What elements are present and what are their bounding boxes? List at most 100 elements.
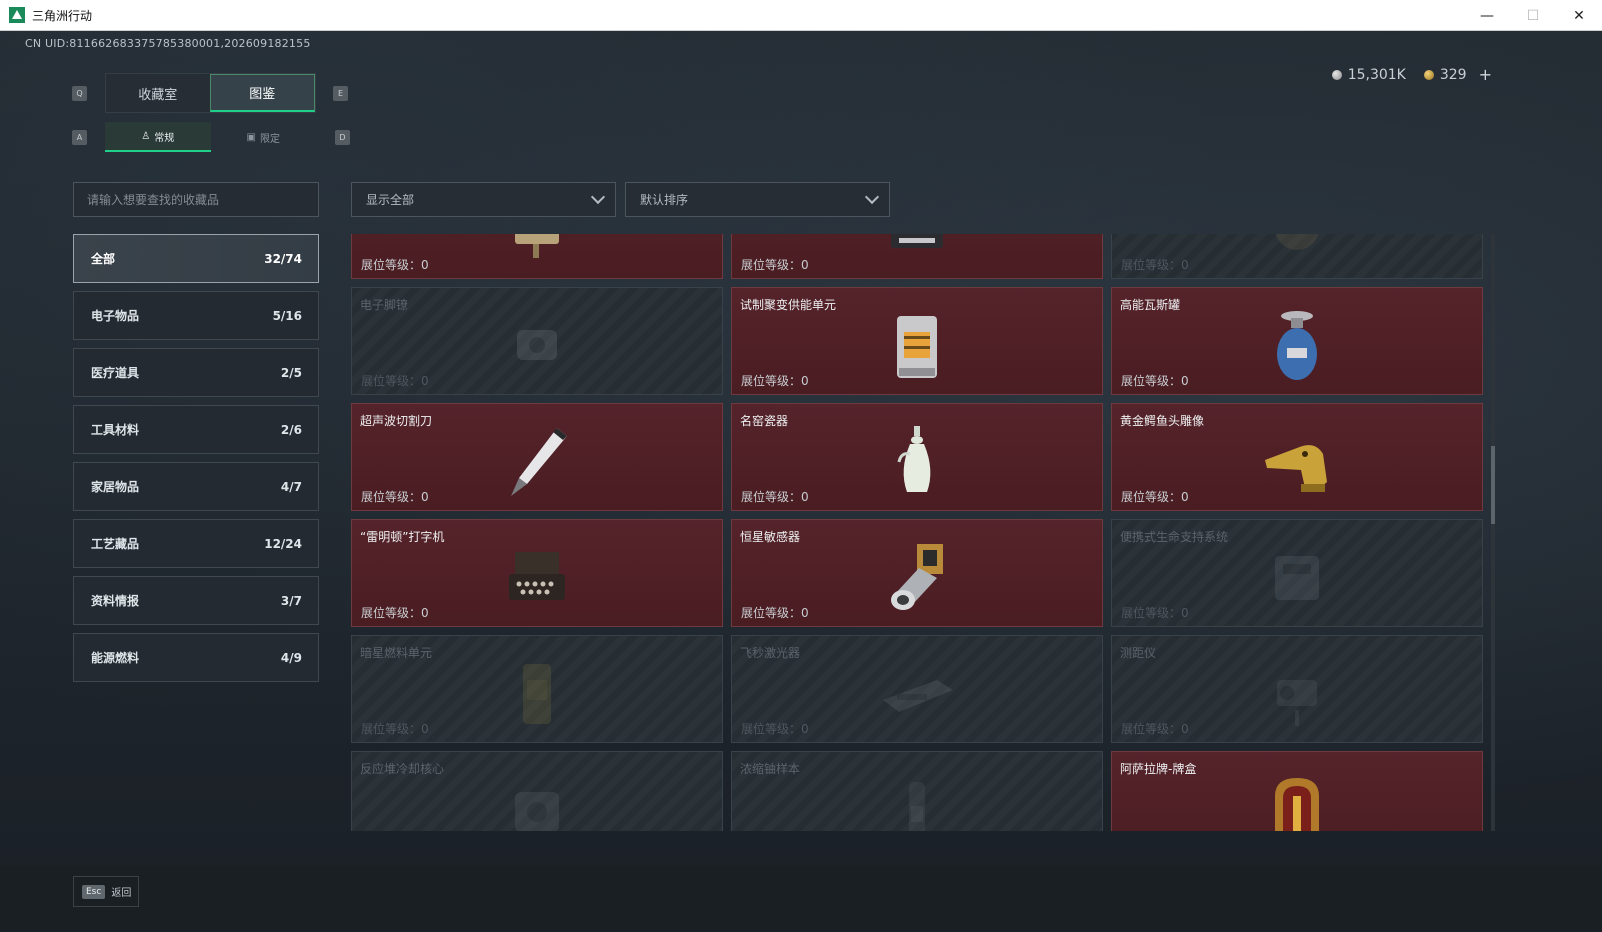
booth-level-value: 0 <box>801 722 809 736</box>
booth-level-label: 展位等级： <box>361 490 422 504</box>
item-name: 电子脚镣 <box>360 298 409 312</box>
item-name: 阿萨拉牌-牌盒 <box>1120 762 1197 776</box>
subtab-regular[interactable]: ♙ 常规 <box>105 122 211 152</box>
collection-card[interactable]: 展位等级：0 <box>351 234 723 279</box>
ultrasonic-cutter-icon <box>511 428 567 496</box>
category-label: 电子物品 <box>91 309 140 323</box>
item-grid: 展位等级：0 展位等级：0 展位等级：0 电子脚镣 展位等级：0 试制聚变供能单元 展位等级… <box>351 234 1483 831</box>
booth-level-value: 0 <box>1181 490 1189 504</box>
booth-level-value: 0 <box>421 606 429 620</box>
item-name: 试制聚变供能单元 <box>740 298 837 312</box>
collection-card[interactable]: 名窑瓷器 展位等级：0 <box>731 403 1103 511</box>
uranium-sample-icon <box>909 782 925 831</box>
category-count: 2/5 <box>280 365 302 380</box>
tab-collection-room[interactable]: 收藏室 <box>106 74 210 112</box>
category-intel[interactable]: 资料情报 3/7 <box>73 576 319 625</box>
minimize-button[interactable]: — <box>1464 0 1510 31</box>
collection-card[interactable]: 黄金鳄鱼头雕像 展位等级：0 <box>1111 403 1483 511</box>
category-label: 能源燃料 <box>91 651 140 665</box>
back-button[interactable]: Esc 返回 <box>73 876 139 907</box>
filter-dropdown[interactable]: 显示全部 <box>351 182 616 217</box>
category-count: 4/7 <box>280 479 302 494</box>
collection-card[interactable]: 高能瓦斯罐 展位等级：0 <box>1111 287 1483 395</box>
collection-card[interactable]: 恒星敏感器展位等级：0 <box>731 519 1103 627</box>
tab-catalog[interactable]: 图鉴 <box>209 74 315 112</box>
category-label: 工具材料 <box>91 423 140 437</box>
category-count: 2/6 <box>280 422 302 437</box>
item-name: 浓缩铀样本 <box>740 762 801 776</box>
footer-bar: Esc 返回 <box>0 865 1602 932</box>
booth-level-value: 0 <box>421 258 429 272</box>
category-label: 资料情报 <box>91 594 140 608</box>
item-name: 飞秒激光器 <box>740 646 801 660</box>
bottle-icon: ♙ <box>141 130 151 142</box>
item-name: 反应堆冷却核心 <box>360 762 445 776</box>
subtab-limited[interactable]: ▣ 限定 <box>211 122 317 152</box>
collection-card[interactable]: 试制聚变供能单元 展位等级：0 <box>731 287 1103 395</box>
search-box[interactable] <box>73 182 319 217</box>
window-title: 三角洲行动 <box>32 8 93 23</box>
reactor-core-icon <box>515 792 559 831</box>
item-grid-viewport[interactable]: 展位等级：0 展位等级：0 展位等级：0 电子脚镣 展位等级：0 试制聚变供能单元 展位等级… <box>351 234 1488 831</box>
subtab-limited-label: 限定 <box>259 133 280 145</box>
silver-coin-icon <box>1331 69 1342 80</box>
category-count: 32/74 <box>264 251 302 266</box>
unknown-item-icon <box>1275 234 1319 250</box>
booth-level-value: 0 <box>1181 374 1189 388</box>
booth-level: 展位等级：0 <box>361 488 429 505</box>
collection-card[interactable]: 暗星燃料单元 展位等级：0 <box>351 635 723 743</box>
item-name: 恒星敏感器 <box>740 530 801 544</box>
gold-crocodile-icon <box>1265 445 1327 492</box>
typewriter-icon <box>509 552 565 600</box>
booth-level-label: 展位等级： <box>1121 722 1182 736</box>
booth-level: 展位等级：0 <box>361 372 429 389</box>
add-currency-button[interactable]: + <box>1479 65 1492 84</box>
category-count: 12/24 <box>264 536 302 551</box>
booth-level-label: 展位等级： <box>741 490 802 504</box>
category-energy[interactable]: 能源燃料 4/9 <box>73 633 319 682</box>
collection-card[interactable]: 展位等级：0 <box>1111 234 1483 279</box>
silver-currency: 15,301K <box>1331 65 1406 84</box>
category-count: 5/16 <box>272 308 302 323</box>
collection-card[interactable]: 电子脚镣展位等级：0 <box>351 287 723 395</box>
sub-tabs: ♙ 常规 ▣ 限定 <box>105 122 316 152</box>
circuit-device-icon <box>515 234 559 258</box>
search-input[interactable] <box>87 192 305 207</box>
booth-level-value: 0 <box>801 374 809 388</box>
collection-card[interactable]: 反应堆冷却核心展位等级：0 <box>351 751 723 831</box>
booth-level-label: 展位等级： <box>361 722 422 736</box>
booth-level: 展位等级：0 <box>1121 372 1189 389</box>
grid-scrollbar[interactable] <box>1491 234 1495 831</box>
sort-dropdown[interactable]: 默认排序 <box>625 182 890 217</box>
key-hint-d: D <box>335 130 350 145</box>
item-name: 超声波切割刀 <box>360 414 433 428</box>
fusion-unit-icon <box>897 316 937 378</box>
ankle-monitor-icon <box>517 330 557 360</box>
porcelain-vase-icon <box>897 426 931 492</box>
collection-card[interactable]: 飞秒激光器 展位等级：0 <box>731 635 1103 743</box>
gold-currency: 329 + <box>1423 65 1492 84</box>
booth-level: 展位等级：0 <box>741 604 809 621</box>
esc-key-hint: Esc <box>82 884 106 899</box>
booth-level-value: 0 <box>421 374 429 388</box>
category-all[interactable]: 全部 32/74 <box>73 234 319 283</box>
collection-card[interactable]: “雷明顿”打字机 展位等级：0 <box>351 519 723 627</box>
category-medical[interactable]: 医疗道具 2/5 <box>73 348 319 397</box>
chevron-down-icon <box>864 189 880 205</box>
collection-card[interactable]: 测距仪 展位等级：0 <box>1111 635 1483 743</box>
close-button[interactable]: ✕ <box>1556 0 1602 31</box>
collection-card[interactable]: 便携式生命支持系统 展位等级：0 <box>1111 519 1483 627</box>
scrollbar-thumb[interactable] <box>1491 446 1495 524</box>
collection-card[interactable]: 浓缩铀样本展位等级：0 <box>731 751 1103 831</box>
category-electronics[interactable]: 电子物品 5/16 <box>73 291 319 340</box>
collection-card[interactable]: 超声波切割刀 展位等级：0 <box>351 403 723 511</box>
category-tools[interactable]: 工具材料 2/6 <box>73 405 319 454</box>
collection-card[interactable]: 展位等级：0 <box>731 234 1103 279</box>
collection-card[interactable]: 阿萨拉牌-牌盒展位等级：0 <box>1111 751 1483 831</box>
category-crafts[interactable]: 工艺藏品 12/24 <box>73 519 319 568</box>
category-household[interactable]: 家居物品 4/7 <box>73 462 319 511</box>
gold-amount: 329 <box>1439 66 1467 83</box>
maximize-button[interactable]: ☐ <box>1510 0 1556 31</box>
booth-level-label: 展位等级： <box>741 374 802 388</box>
booth-level-label: 展位等级： <box>1121 606 1182 620</box>
